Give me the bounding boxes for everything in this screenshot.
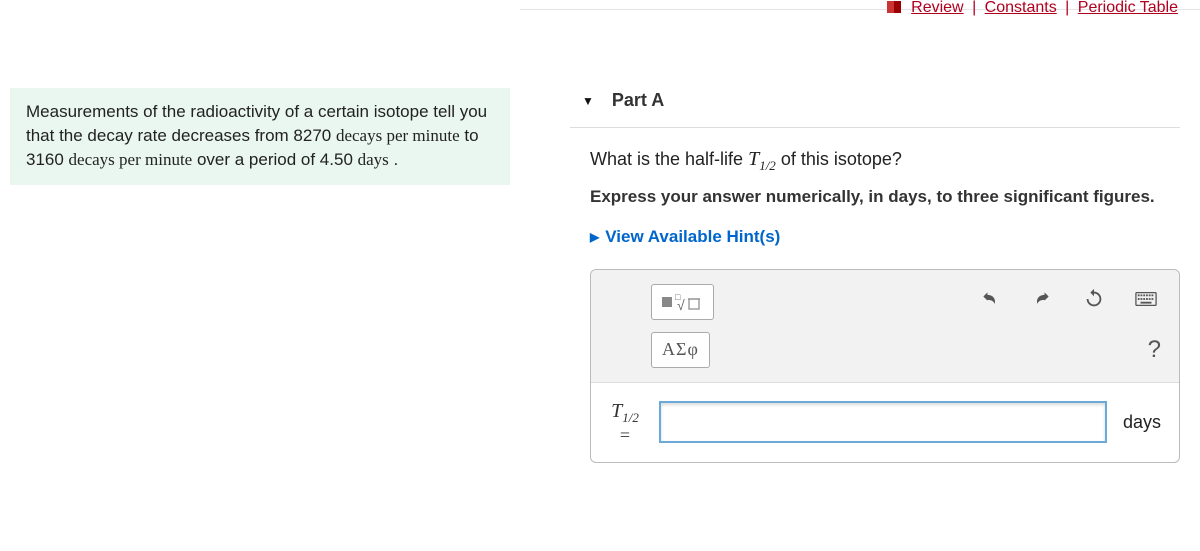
answer-instruction: Express your answer numerically, in days… [590,186,1180,209]
greek-symbols-button[interactable]: ΑΣφ [651,332,710,368]
constants-link[interactable]: Constants [985,0,1057,16]
top-links: Review | Constants | Periodic Table [520,0,1200,10]
triangle-right-icon: ▶ [590,230,599,244]
keyboard-button[interactable] [1131,286,1161,317]
chevron-down-icon: ▼ [582,94,594,108]
review-link[interactable]: Review [911,0,963,16]
keyboard-icon [1135,291,1157,307]
hints-label: View Available Hint(s) [605,227,780,247]
problem-suffix: . [389,150,398,169]
equation-toolbar: □√ [591,270,1179,383]
question-prompt: What is the half-life T1/2 of this isoto… [590,148,1180,174]
problem-statement: Measurements of the radioactivity of a c… [10,88,510,185]
view-hints-button[interactable]: ▶ View Available Hint(s) [590,227,1180,247]
reset-button[interactable] [1079,284,1109,320]
fraction-root-icon: □√ [662,292,703,312]
problem-mid2: over a period of 4.50 [192,150,357,169]
separator: | [972,0,976,16]
undo-icon [979,289,1001,309]
templates-button[interactable]: □√ [651,284,714,320]
problem-unit1: decays per minute [336,126,460,145]
reset-icon [1083,288,1105,310]
help-button[interactable]: ? [1148,336,1161,364]
periodic-table-link[interactable]: Periodic Table [1078,0,1178,16]
flag-icon [887,1,901,13]
variable-label: T1/2 = [601,401,649,444]
redo-icon [1031,289,1053,309]
redo-button[interactable] [1027,285,1057,319]
answer-box: □√ [590,269,1180,463]
part-header[interactable]: ▼ Part A [570,80,1180,128]
answer-input-row: T1/2 = days [591,383,1179,462]
separator: | [1065,0,1069,16]
problem-days: days [358,150,389,169]
answer-input[interactable] [659,401,1107,443]
svg-text:√: √ [677,297,685,312]
answer-unit: days [1123,412,1161,433]
undo-button[interactable] [975,285,1005,319]
problem-unit2: decays per minute [69,150,193,169]
part-title: Part A [612,90,664,111]
